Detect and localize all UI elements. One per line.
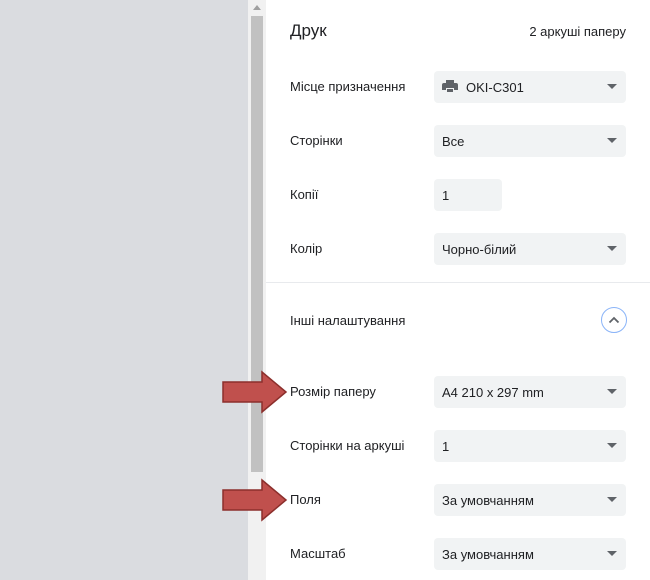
margins-value: За умовчанням	[442, 492, 534, 508]
dropdown-caret-icon	[607, 443, 617, 448]
sheet-count: 2 аркуші паперу	[529, 24, 626, 39]
destination-select[interactable]: OKI-C301	[434, 71, 626, 103]
color-value: Чорно-білий	[442, 241, 517, 257]
color-select[interactable]: Чорно-білий	[434, 233, 626, 265]
scale-value: За умовчанням	[442, 546, 534, 562]
paper-size-value: A4 210 x 297 mm	[442, 384, 544, 400]
pages-per-sheet-label: Сторінки на аркуші	[290, 438, 405, 453]
collapse-more-settings-button[interactable]	[601, 307, 627, 333]
pages-per-sheet-select[interactable]: 1	[434, 430, 626, 462]
printer-icon	[442, 80, 458, 94]
copies-label: Копії	[290, 187, 319, 202]
paper-size-select[interactable]: A4 210 x 297 mm	[434, 376, 626, 408]
more-settings-label: Інші налаштування	[290, 313, 406, 328]
dropdown-caret-icon	[607, 497, 617, 502]
copies-input[interactable]: 1	[434, 179, 502, 211]
print-preview-area	[0, 0, 248, 580]
paper-size-label: Розмір паперу	[290, 384, 376, 399]
color-label: Колір	[290, 241, 323, 256]
dropdown-caret-icon	[607, 246, 617, 251]
scale-select[interactable]: За умовчанням	[434, 538, 626, 570]
annotation-arrow-icon	[222, 478, 288, 522]
dropdown-caret-icon	[607, 84, 617, 89]
print-settings-panel: Друк 2 аркуші паперу Місце призначення O…	[266, 0, 650, 580]
dropdown-caret-icon	[607, 138, 617, 143]
scroll-up-arrow-icon[interactable]	[253, 5, 261, 10]
chevron-up-icon	[608, 316, 620, 324]
pages-per-sheet-value: 1	[442, 438, 450, 454]
pages-label: Сторінки	[290, 133, 343, 148]
margins-select[interactable]: За умовчанням	[434, 484, 626, 516]
destination-label: Місце призначення	[290, 79, 406, 94]
destination-value: OKI-C301	[466, 79, 524, 95]
pages-select[interactable]: Все	[434, 125, 626, 157]
scale-label: Масштаб	[290, 546, 346, 561]
annotation-arrow-icon	[222, 370, 288, 414]
margins-label: Поля	[290, 492, 321, 507]
pages-value: Все	[442, 133, 465, 149]
divider	[266, 282, 650, 283]
dropdown-caret-icon	[607, 389, 617, 394]
page-title: Друк	[290, 21, 327, 40]
dropdown-caret-icon	[607, 551, 617, 556]
